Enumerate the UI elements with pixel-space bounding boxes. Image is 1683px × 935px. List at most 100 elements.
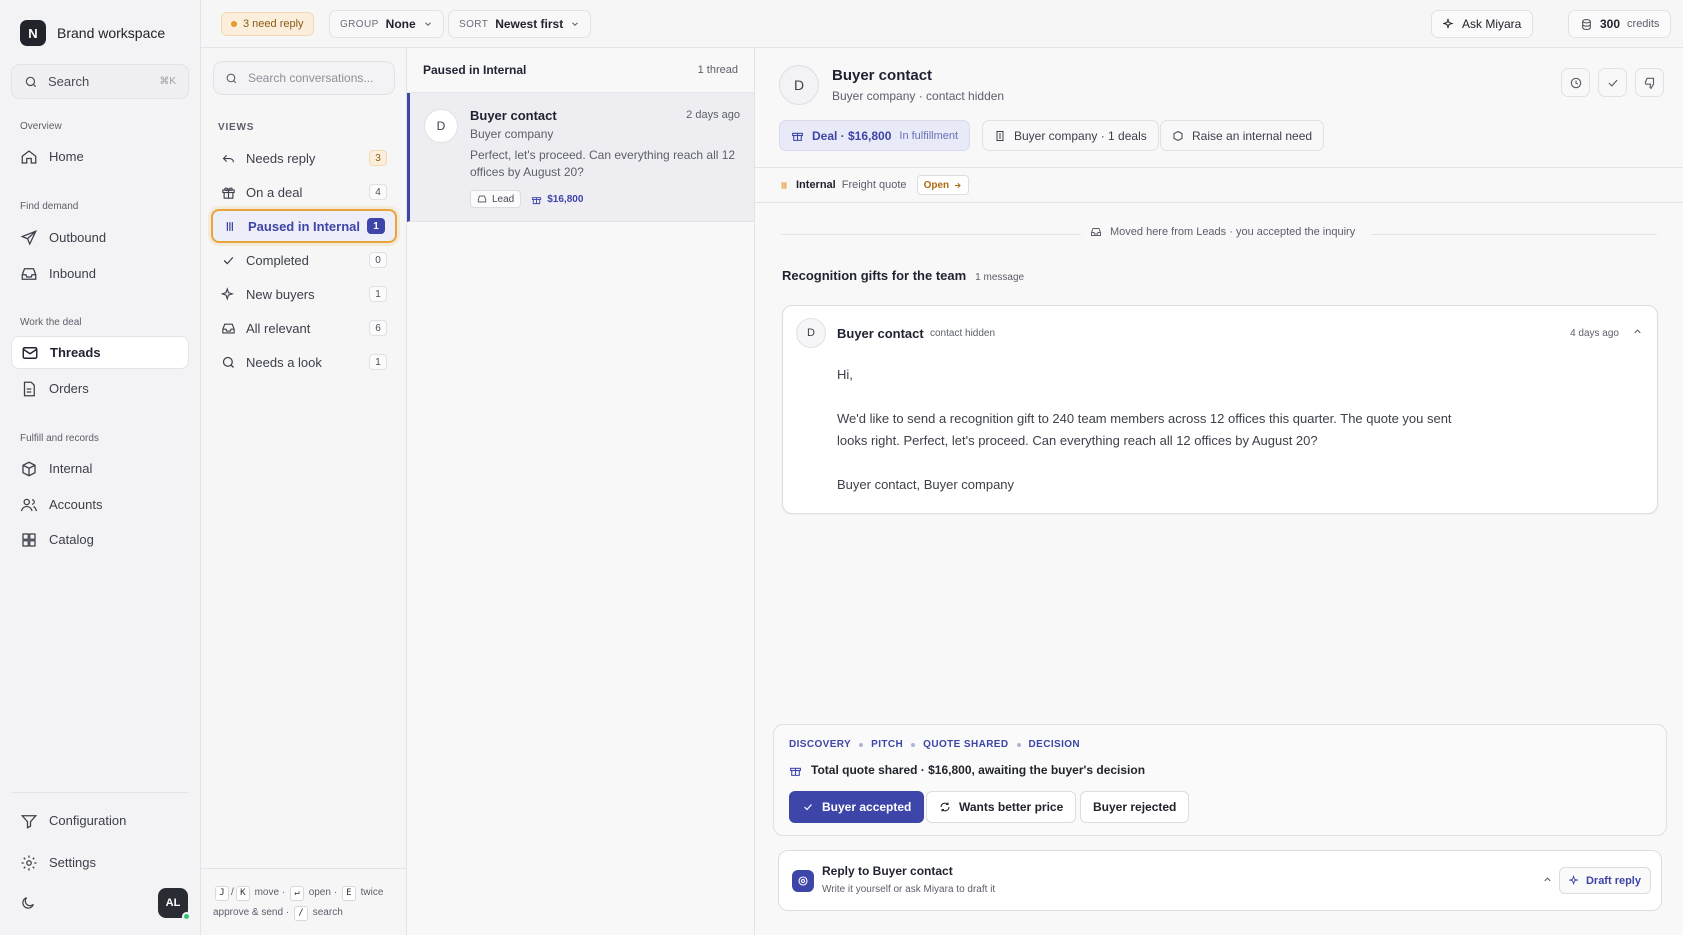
draft-reply-label: Draft reply — [1585, 874, 1641, 887]
credits-button[interactable]: 300 credits — [1568, 10, 1672, 38]
gift-icon — [790, 767, 801, 776]
ask-miyara-button[interactable]: Ask Miyara — [1431, 10, 1534, 38]
step-dot — [859, 742, 864, 747]
sort-value: Newest first — [495, 17, 564, 31]
view-count: 0 — [369, 252, 387, 268]
reply-subtitle: Write it yourself or ask Miyara to draft… — [822, 884, 996, 895]
snooze-button[interactable] — [1561, 68, 1590, 97]
view-label: Needs a look — [246, 354, 322, 370]
gift-icon — [222, 186, 235, 199]
sidebar-item-outbound[interactable]: Outbound — [11, 221, 189, 254]
kbd-key: K — [235, 886, 250, 901]
button-label: Buyer accepted — [822, 800, 912, 814]
buyer-rejected-button[interactable]: Buyer rejected — [1080, 791, 1190, 823]
theme-toggle[interactable] — [20, 895, 36, 911]
draft-reply-button[interactable]: Draft reply — [1558, 867, 1651, 894]
raise-internal-need-chip[interactable]: Raise an internal need — [1160, 120, 1325, 151]
view-completed[interactable]: Completed 0 — [211, 243, 397, 277]
wants-better-price-button[interactable]: Wants better price — [926, 791, 1077, 823]
avatar: D — [796, 318, 826, 348]
sidebar-item-orders[interactable]: Orders — [11, 372, 189, 405]
sidebar-item-configuration[interactable]: Configuration — [11, 804, 189, 837]
workspace-switcher[interactable]: N Brand workspace — [20, 20, 165, 46]
sidebar-item-home[interactable]: Home — [11, 140, 189, 173]
conversation-search-input[interactable]: Search conversations... — [213, 61, 395, 95]
divider-line — [781, 234, 1081, 235]
collapse-message-button[interactable] — [1632, 326, 1643, 337]
deal-chip-label: Deal · $16,800 — [812, 128, 892, 143]
stage-step: PITCH — [871, 739, 904, 750]
open-status-button[interactable]: Open — [916, 175, 970, 195]
thread-list-header: Paused in Internal 1 thread — [407, 48, 754, 93]
view-label: Needs reply — [246, 150, 316, 166]
kbd-key: ↵ — [289, 886, 304, 901]
stage-step: QUOTE SHARED — [923, 739, 1009, 750]
message-time: 4 days ago — [1570, 328, 1619, 339]
contact-hidden-label: contact hidden — [930, 328, 996, 339]
view-new-buyers[interactable]: New buyers 1 — [211, 277, 397, 311]
message-text: We'd like to send a recognition gift to … — [837, 411, 1452, 448]
thread-detail: D Buyer contact Buyer company · contact … — [755, 48, 1683, 935]
filter-icon — [20, 814, 38, 829]
internal-status-strip: Internal Freight quote Open — [755, 168, 1683, 203]
stage-summary: Total quote shared · $16,800, awaiting t… — [789, 763, 1145, 777]
sidebar-item-label: Home — [49, 149, 84, 164]
buyer-accepted-button[interactable]: Buyer accepted — [789, 791, 925, 823]
thumbs-down-button[interactable] — [1635, 68, 1664, 97]
sidebar-item-settings[interactable]: Settings — [11, 846, 189, 879]
gear-icon — [21, 855, 37, 870]
sidebar-divider — [11, 792, 189, 793]
check-icon — [804, 804, 812, 811]
moved-notice-content: Moved here from Leads · you accepted the… — [1090, 226, 1355, 238]
view-needs-reply[interactable]: Needs reply 3 — [211, 141, 397, 175]
group-select[interactable]: GROUP None — [329, 10, 444, 38]
sidebar-item-inbound[interactable]: Inbound — [11, 257, 189, 290]
view-paused-in-internal[interactable]: Paused in Internal 1 — [211, 209, 397, 243]
deal-chip[interactable]: Deal · $16,800 In fulfillment — [779, 120, 971, 151]
view-all-relevant[interactable]: All relevant 6 — [211, 311, 397, 345]
sidebar-item-label: Configuration — [49, 813, 127, 828]
thread-count: 1 thread — [697, 64, 738, 76]
thread-row[interactable]: D Buyer contact 2 days ago Buyer company… — [407, 93, 754, 222]
box-icon — [1173, 130, 1183, 141]
expand-reply-button[interactable] — [1542, 874, 1553, 885]
thread-list: Paused in Internal 1 thread D Buyer cont… — [407, 48, 755, 935]
sort-key: SORT — [459, 18, 489, 30]
sparkle-icon — [1568, 875, 1579, 886]
sidebar-item-catalog[interactable]: Catalog — [11, 523, 189, 556]
sidebar-item-accounts[interactable]: Accounts — [11, 488, 189, 521]
sidebar-item-label: Accounts — [49, 497, 103, 512]
strip-item: Freight quote — [841, 179, 907, 191]
views-panel: Search conversations... VIEWS Needs repl… — [201, 48, 407, 935]
hint-text: search — [312, 907, 343, 918]
deal-chip-status: In fulfillment — [899, 129, 959, 142]
sidebar-item-internal[interactable]: Internal — [11, 452, 189, 485]
view-needs-a-look[interactable]: Needs a look 1 — [211, 345, 397, 379]
view-count: 6 — [369, 320, 387, 336]
moon-icon — [22, 897, 34, 909]
need-reply-badge[interactable]: 3 need reply — [221, 12, 314, 36]
step-dot — [911, 742, 916, 747]
reply-composer[interactable]: Reply to Buyer contact Write it yourself… — [778, 850, 1662, 911]
clock-icon — [1570, 77, 1581, 88]
mark-done-button[interactable] — [1598, 68, 1627, 97]
need-reply-label: 3 need reply — [243, 18, 304, 30]
company-chip-label: Buyer company · 1 deals — [1014, 128, 1147, 143]
sort-select[interactable]: SORT Newest first — [448, 10, 592, 38]
view-on-a-deal[interactable]: On a deal 4 — [211, 175, 397, 209]
thumbs-down-icon — [1644, 77, 1654, 89]
search-icon — [226, 73, 237, 83]
global-search[interactable]: Search ⌘K — [11, 64, 189, 99]
target-icon — [798, 876, 808, 886]
message-card: D Buyer contact contact hidden 4 days ag… — [782, 305, 1658, 514]
company-chip[interactable]: Buyer company · 1 deals — [982, 120, 1159, 151]
deal-amount: $16,800 — [547, 193, 584, 205]
inbox-icon — [222, 323, 235, 333]
search-label: Search — [48, 74, 90, 89]
sidebar-item-label: Settings — [49, 855, 96, 870]
sidebar-item-threads[interactable]: Threads — [11, 336, 189, 369]
message-count: 1 message — [975, 272, 1025, 283]
avatar: D — [424, 109, 458, 143]
user-avatar[interactable]: AL — [158, 888, 191, 921]
message-sender: Buyer contact — [837, 326, 924, 341]
